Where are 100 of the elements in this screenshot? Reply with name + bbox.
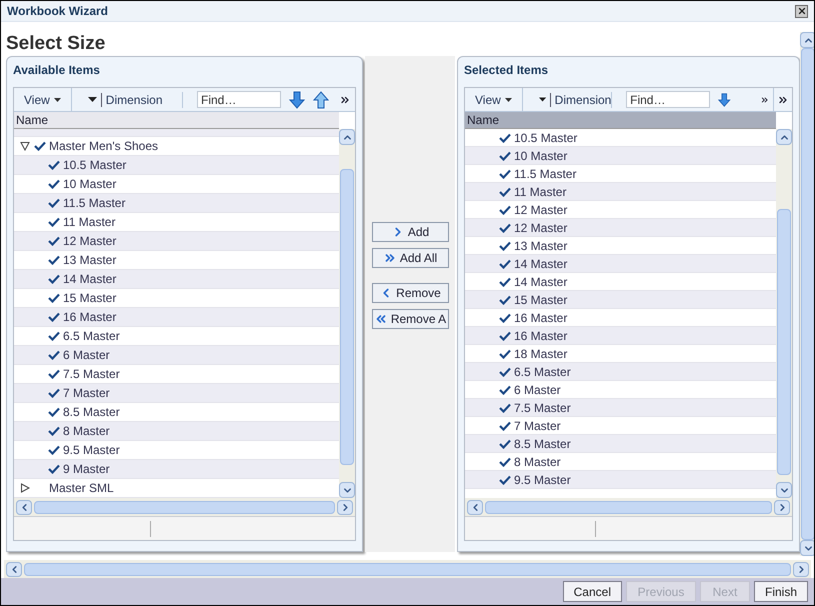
tree-row[interactable]: 10 Master [465, 147, 776, 165]
checkmark-icon [48, 293, 60, 303]
remove-button[interactable]: Remove [372, 283, 448, 303]
view-menu-button[interactable]: View [14, 88, 72, 111]
tree-row[interactable]: 11 Master [465, 183, 776, 201]
find-field[interactable]: Find… [626, 91, 710, 108]
name-column-header[interactable]: Name [465, 112, 776, 129]
item-label: 7.5 Master [514, 400, 571, 416]
tree-row[interactable]: 10.5 Master [14, 156, 339, 175]
checkmark-icon [499, 420, 511, 430]
tree-row[interactable]: 16 Master [14, 308, 339, 327]
checkmark-icon [499, 132, 511, 142]
wizard-button[interactable]: Cancel [562, 581, 622, 602]
tree-row[interactable]: 9 Master [14, 460, 339, 479]
checkmark-icon [48, 160, 60, 170]
arrow-down-icon[interactable] [718, 90, 731, 108]
item-label: Master SML [49, 480, 114, 497]
item-label: 14 Master [514, 274, 568, 290]
checkmark-icon [48, 369, 60, 379]
dropdown-caret-icon[interactable] [88, 97, 97, 102]
arrow-down-icon[interactable] [289, 90, 305, 108]
item-label: 13 Master [514, 238, 568, 254]
tree-row[interactable]: 16 Master [465, 327, 776, 345]
checkmark-icon [499, 348, 511, 358]
tree-row[interactable]: 8.5 Master [465, 435, 776, 453]
item-label: 16 Master [63, 309, 116, 326]
tree-row[interactable]: 7.5 Master [465, 399, 776, 417]
checkmark-icon [48, 179, 60, 189]
tree-row[interactable]: 9.5 Master [465, 471, 776, 489]
tree-row[interactable]: 14 Master [14, 270, 339, 289]
arrow-up-icon[interactable] [313, 90, 329, 108]
checkmark-icon [499, 456, 511, 466]
checkmark-icon [499, 222, 511, 232]
checkmark-icon [499, 312, 511, 322]
vertical-scrollbar[interactable] [800, 32, 814, 556]
item-label: 12 Master [63, 233, 116, 250]
item-label: 8.5 Master [514, 436, 571, 452]
checkmark-icon [499, 150, 511, 160]
item-label: 10.5 Master [514, 130, 578, 146]
item-label: 15 Master [63, 290, 116, 307]
item-label: Master Men's Shoes [49, 138, 158, 155]
horizontal-scrollbar[interactable] [4, 560, 811, 578]
checkmark-icon [48, 350, 60, 360]
page-heading: Select Size [6, 32, 106, 56]
tree-row[interactable]: 14 Master [465, 255, 776, 273]
checkmark-icon [48, 331, 60, 341]
tree-row[interactable]: 11.5 Master [14, 194, 339, 213]
tree-row[interactable]: 6.5 Master [465, 363, 776, 381]
checkmark-icon [499, 294, 511, 304]
dimension-label[interactable]: Dimension [106, 90, 162, 108]
item-label: 11 Master [514, 184, 566, 200]
item-label: 7 Master [63, 385, 110, 402]
item-label: 11 Master [63, 214, 116, 231]
vertical-scrollbar[interactable] [776, 129, 792, 498]
dimension-label[interactable]: Dimension [554, 90, 612, 108]
tree-row[interactable]: 6 Master [14, 346, 339, 365]
item-label: 12 Master [514, 220, 568, 236]
find-field[interactable]: Find… [197, 91, 281, 108]
item-label: 10 Master [63, 176, 116, 193]
checkmark-icon [499, 186, 511, 196]
item-label: 10 Master [514, 148, 568, 164]
double-chevron-right-icon [382, 251, 397, 265]
item-label: 11.5 Master [63, 195, 126, 212]
view-menu-button[interactable]: View [465, 88, 523, 111]
checkmark-icon [48, 312, 60, 322]
tree-row[interactable]: 12 Master [14, 232, 339, 251]
checkmark-icon [499, 438, 511, 448]
collapsed-triangle-icon[interactable] [20, 483, 30, 493]
item-label: 7 Master [514, 418, 561, 434]
checkmark-icon [34, 141, 46, 151]
dropdown-caret-icon[interactable] [538, 97, 546, 102]
double-chevron-left-icon [374, 312, 388, 326]
tree-row[interactable]: 12 Master [465, 219, 776, 237]
checkmark-icon [499, 384, 511, 394]
item-label: 6 Master [63, 347, 110, 364]
item-label: 18 Master [514, 346, 568, 362]
expanded-triangle-icon[interactable] [20, 141, 30, 151]
tree-row[interactable]: 7 Master [14, 384, 339, 403]
checkmark-icon [499, 366, 511, 376]
tree-row[interactable]: 8 Master [14, 422, 339, 441]
item-label: 15 Master [514, 292, 568, 308]
checkmark-icon [499, 240, 511, 250]
add-button[interactable]: Add [372, 222, 448, 242]
checkmark-icon [499, 330, 511, 340]
add-button[interactable]: Add All [372, 248, 448, 268]
remove-button[interactable]: Remove A [372, 309, 448, 329]
checkmark-icon [499, 258, 511, 268]
name-column-header[interactable]: Name [14, 112, 339, 129]
checkmark-icon [48, 426, 60, 436]
vertical-scrollbar[interactable] [339, 129, 355, 498]
tree-row[interactable]: 15 Master [465, 291, 776, 309]
item-label: 8 Master [63, 423, 110, 440]
checkmark-icon [48, 198, 60, 208]
wizard-button[interactable]: Finish [754, 581, 808, 602]
checkmark-icon [499, 402, 511, 412]
checkmark-icon [499, 168, 511, 178]
checkmark-icon [48, 236, 60, 246]
horizontal-scrollbar[interactable] [465, 498, 792, 516]
panel-title: Available Items [12, 62, 101, 79]
horizontal-scrollbar[interactable] [14, 498, 355, 516]
